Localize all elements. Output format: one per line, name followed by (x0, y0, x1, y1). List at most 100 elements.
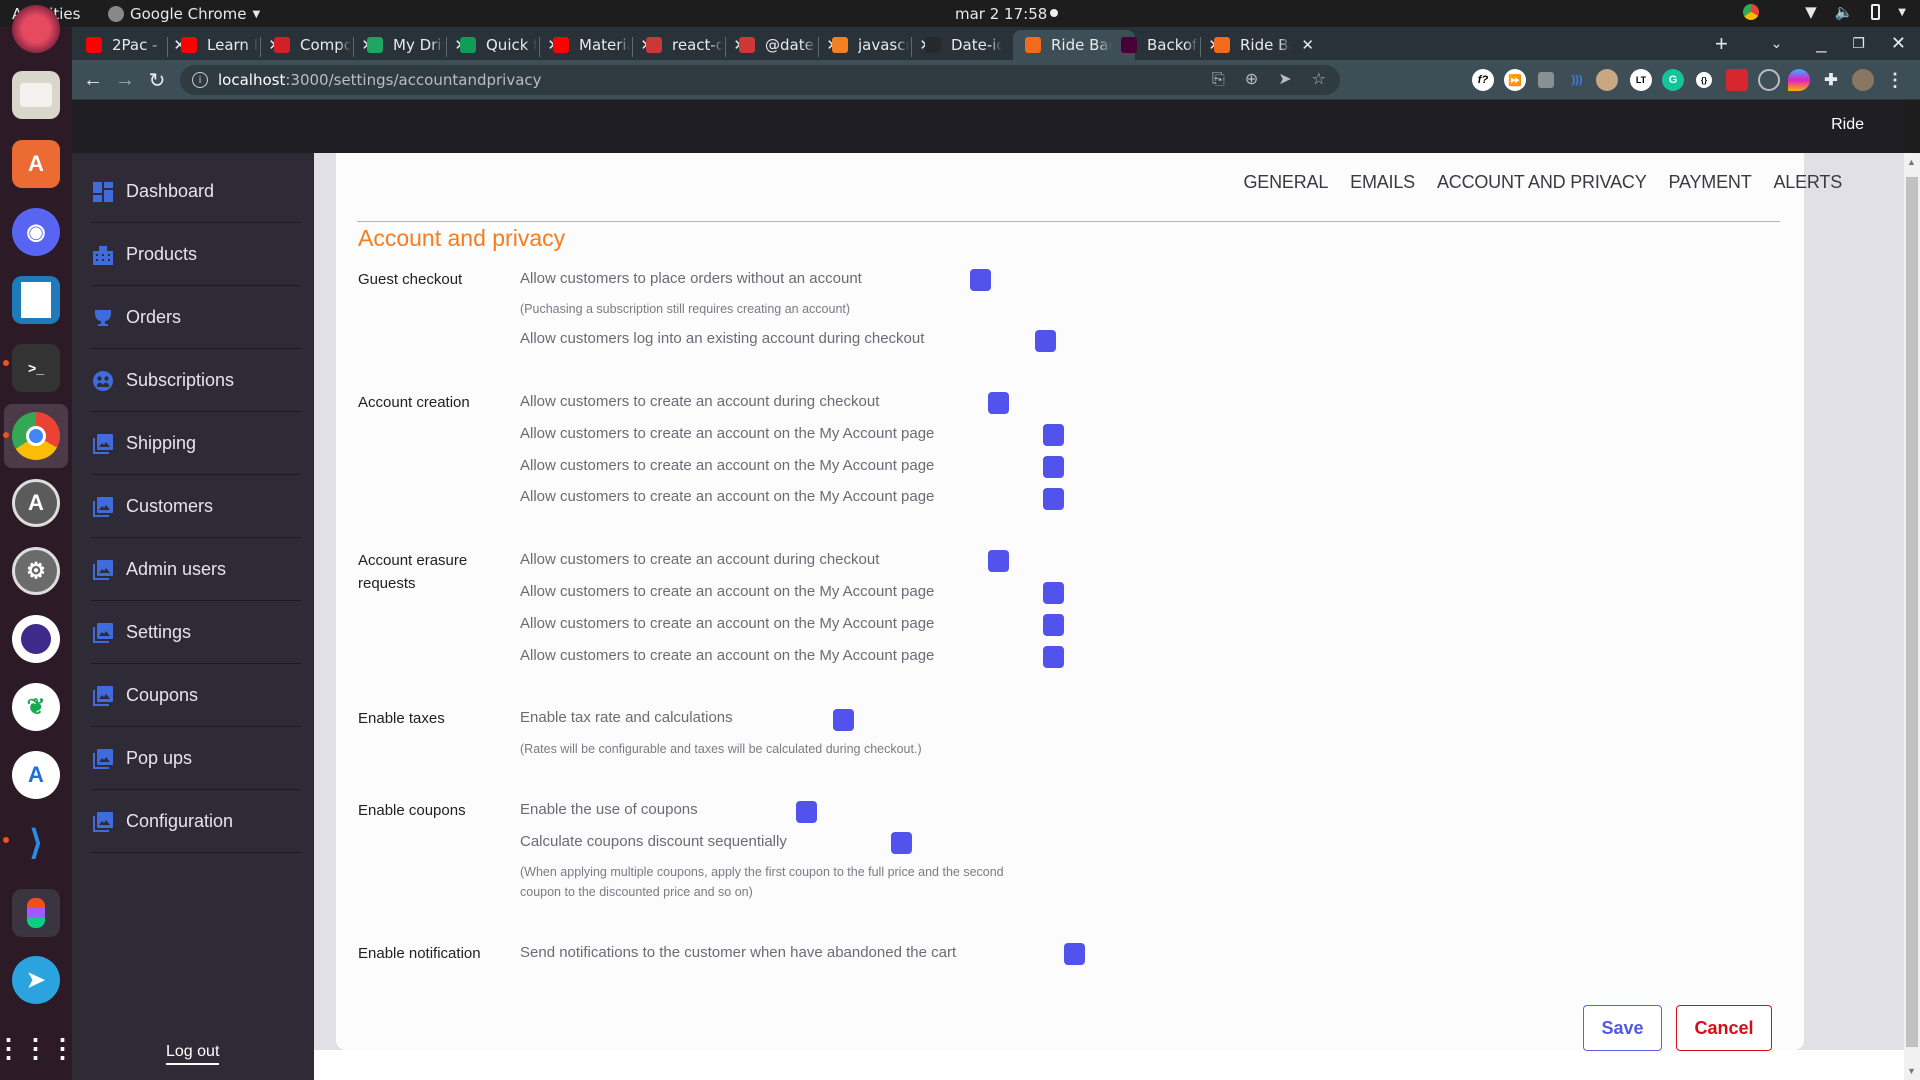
restore-button[interactable]: ❐ (1852, 35, 1865, 52)
sidebar-item-coupons[interactable]: Coupons (91, 665, 301, 727)
checkbox-enable-coupons[interactable] (796, 801, 817, 823)
chrome-dock-icon[interactable] (12, 412, 60, 460)
address-bar[interactable]: i localhost :3000/settings/accountandpri… (180, 65, 1340, 95)
telegram-icon[interactable]: ➤ (12, 956, 60, 1004)
checkbox-guest-orders-without-account[interactable] (970, 269, 991, 291)
save-button[interactable]: Save (1583, 1005, 1662, 1051)
tab-account-and-privacy[interactable]: ACCOUNT AND PRIVACY (1437, 172, 1647, 193)
sidebar-item-label: Coupons (126, 685, 199, 705)
close-window-button[interactable]: ✕ (1891, 33, 1906, 54)
extension-target-icon[interactable] (1758, 69, 1780, 91)
page-scrollbar[interactable]: ▲ ▼ (1904, 153, 1920, 1080)
terminal-icon[interactable]: >_ (12, 344, 60, 392)
tab-payment[interactable]: PAYMENT (1669, 172, 1752, 193)
checkbox-account-creation-my-account-3[interactable] (1043, 488, 1064, 510)
option-guest-orders-without-account: Allow customers to place orders without … (520, 270, 862, 287)
browser-tab[interactable]: 2Pac - De✕ (76, 30, 186, 60)
tab-close-icon[interactable]: ✕ (1301, 36, 1314, 54)
browser-tab[interactable]: Ride Bac ✕ (1204, 30, 1314, 60)
running-indicator (3, 360, 9, 366)
extension-grammarly-icon[interactable]: G (1662, 69, 1684, 91)
eclipse-icon[interactable] (12, 615, 60, 663)
sidebar-item-customers[interactable]: Customers (91, 476, 301, 538)
os-top-bar: Activities Google Chrome ▼ mar 2 17:58 ▼… (0, 0, 1920, 27)
option-account-erasure-my-account: Allow customers to create an account on … (520, 647, 935, 664)
send-icon[interactable]: ➤ (1278, 69, 1291, 89)
checkbox-abandoned-cart-notification[interactable] (1064, 943, 1085, 965)
sidebar-item-orders[interactable]: Orders (91, 287, 301, 349)
checkbox-account-creation-my-account-1[interactable] (1043, 424, 1064, 446)
extension-wave-icon[interactable]: ))) (1566, 69, 1588, 91)
checkbox-account-erasure-checkout[interactable] (988, 550, 1009, 572)
tab-emails[interactable]: EMAILS (1350, 172, 1415, 193)
libreoffice-writer-icon[interactable] (12, 276, 60, 324)
tab-separator (260, 37, 261, 57)
sidebar-item-configuration[interactable]: Configuration (91, 791, 301, 853)
app-menu[interactable]: Google Chrome ▼ (108, 5, 260, 23)
checkbox-account-erasure-my-account-1[interactable] (1043, 582, 1064, 604)
checkbox-account-creation-my-account-2[interactable] (1043, 456, 1064, 478)
extension-json-icon[interactable]: {} (1696, 72, 1712, 88)
discord-icon[interactable]: ◉ (12, 208, 60, 256)
checkbox-account-erasure-my-account-2[interactable] (1043, 614, 1064, 636)
tab-general[interactable]: GENERAL (1244, 172, 1329, 193)
extensions-puzzle-icon[interactable]: ✚ (1820, 69, 1842, 91)
figma-icon[interactable] (12, 889, 60, 937)
scroll-up-arrow-icon[interactable]: ▲ (1907, 157, 1916, 167)
sidebar-item-pop-ups[interactable]: Pop ups (91, 728, 301, 790)
profile-avatar[interactable] (1852, 69, 1874, 91)
show-apps-grid-icon[interactable]: ⋮⋮⋮ (0, 1024, 76, 1072)
android-studio-icon[interactable]: A (12, 751, 60, 799)
checkbox-account-erasure-my-account-3[interactable] (1043, 646, 1064, 668)
vscode-icon[interactable]: ⟩ (12, 819, 60, 867)
sidebar-item-shipping[interactable]: Shipping (91, 413, 301, 475)
scroll-down-arrow-icon[interactable]: ▼ (1907, 1066, 1916, 1076)
sidebar-item-label: Admin users (126, 559, 227, 579)
sidebar-item-subscriptions[interactable]: Subscriptions (91, 350, 301, 412)
browser-tab[interactable]: Date-io v✕ (915, 30, 1025, 60)
sidebar-item-products[interactable]: Products (91, 224, 301, 286)
dock-app-icon[interactable] (12, 5, 60, 53)
checkbox-enable-tax-rate[interactable] (833, 709, 854, 731)
zoom-icon[interactable]: ⊕ (1245, 69, 1258, 89)
extension-colorpick-icon[interactable] (1788, 69, 1810, 91)
tab-search-chevron-icon[interactable]: ⌄ (1771, 35, 1783, 52)
tab-alerts[interactable]: ALERTS (1774, 172, 1843, 193)
sidebar-item-settings[interactable]: Settings (91, 602, 301, 664)
battery-icon (1871, 4, 1881, 20)
checkbox-account-creation-checkout[interactable] (988, 392, 1009, 414)
extension-glasses-icon[interactable] (1596, 69, 1618, 91)
settings-gear-icon[interactable]: ⚙ (12, 547, 60, 595)
checkbox-guest-login-during-checkout[interactable] (1035, 330, 1056, 352)
extension-fx-icon[interactable]: f? (1472, 69, 1494, 91)
back-button[interactable]: ← (80, 67, 106, 93)
mongodb-compass-icon[interactable]: ❦ (12, 683, 60, 731)
site-info-icon[interactable]: i (192, 72, 208, 88)
files-icon[interactable] (12, 71, 60, 119)
chrome-menu-icon[interactable]: ⋮ (1884, 69, 1906, 91)
clock[interactable]: mar 2 17:58 (955, 5, 1047, 23)
checkbox-coupons-sequential[interactable] (891, 832, 912, 854)
extension-fastforward-icon[interactable]: ⏩ (1504, 69, 1526, 91)
tab-title: react-dat (672, 36, 724, 54)
scrollbar-thumb[interactable] (1906, 177, 1918, 1047)
reload-button[interactable]: ↻ (144, 67, 170, 93)
cancel-button[interactable]: Cancel (1676, 1005, 1772, 1051)
tab-separator (1200, 37, 1201, 57)
minimize-button[interactable]: _ (1816, 33, 1826, 54)
sidebar: Dashboard Products Orders Subscriptions Ship… (72, 153, 314, 1080)
app-brand[interactable]: Ride (1831, 116, 1864, 134)
forward-button[interactable]: → (112, 67, 138, 93)
extension-bulb-icon[interactable] (1538, 72, 1554, 88)
logout-link[interactable]: Log out (166, 1043, 220, 1065)
sidebar-item-admin-users[interactable]: Admin users (91, 539, 301, 601)
system-tray[interactable]: ▼ 🔈 ▼ (1743, 3, 1906, 21)
software-updater-icon[interactable]: A (12, 479, 60, 527)
translate-icon[interactable]: ⎘ (1212, 69, 1225, 89)
extension-languagetool-icon[interactable]: LT (1630, 69, 1652, 91)
sidebar-item-dashboard[interactable]: Dashboard (91, 161, 301, 223)
extension-react-devtools-icon[interactable] (1726, 69, 1748, 91)
bookmark-star-icon[interactable]: ☆ (1312, 69, 1326, 89)
new-tab-button[interactable]: + (1715, 31, 1728, 57)
software-center-icon[interactable]: A (12, 140, 60, 188)
